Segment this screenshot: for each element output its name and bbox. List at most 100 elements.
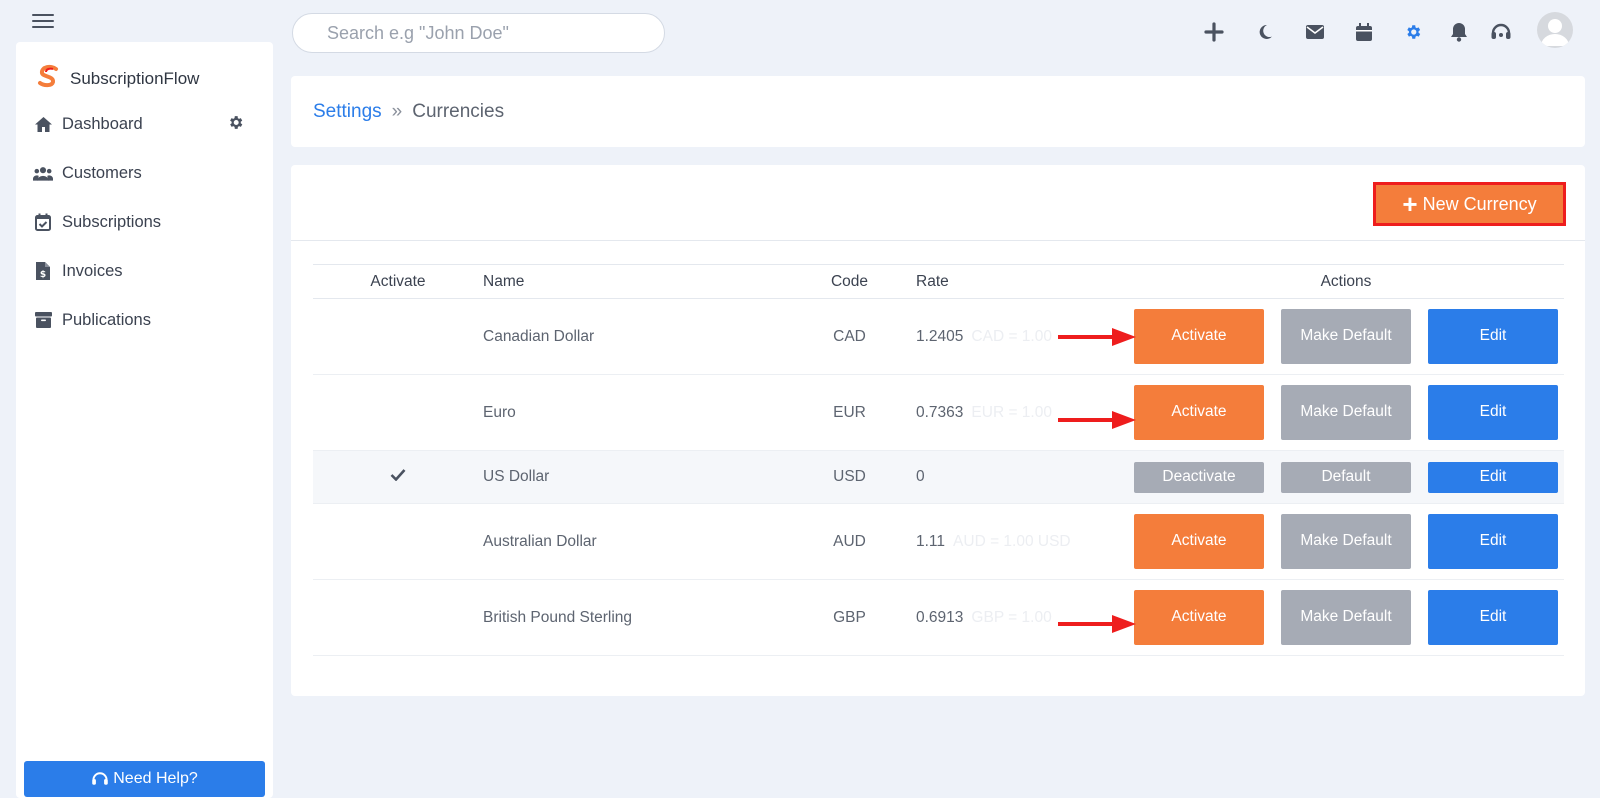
activate-cell (313, 503, 483, 580)
column-header-actions: Actions (1128, 264, 1564, 299)
sidebar-item-label: Dashboard (62, 114, 143, 133)
currency-rate: 1.11 (916, 532, 946, 550)
sidebar-item-invoices[interactable]: $ Invoices (33, 256, 258, 286)
avatar[interactable] (1537, 12, 1573, 48)
currencies-table: Activate Name Code Rate Actions Canadian… (313, 264, 1564, 656)
rate-conversion-hint: EUR = 1.00 (971, 403, 1052, 421)
sidebar: SubscriptionFlow Dashboard Customers Sub… (16, 42, 273, 798)
deactivate-button[interactable]: Deactivate (1134, 461, 1264, 493)
sidebar-item-label: Subscriptions (62, 212, 162, 231)
card-header: + New Currency (291, 165, 1585, 241)
new-currency-button[interactable]: + New Currency (1373, 182, 1566, 226)
moon-icon[interactable] (1254, 21, 1276, 43)
users-icon (33, 163, 53, 183)
bell-icon[interactable] (1448, 21, 1470, 43)
need-help-button[interactable]: Need Help? (24, 761, 265, 797)
breadcrumb: Settings » Currencies (291, 76, 1585, 147)
actions-cell: Activate Make Default Edit (1128, 503, 1564, 580)
activate-cell (313, 374, 483, 451)
plus-icon[interactable] (1203, 21, 1225, 43)
headset-icon (91, 770, 109, 788)
activate-button[interactable]: Activate (1134, 514, 1264, 569)
edit-button[interactable]: Edit (1428, 514, 1558, 569)
currencies-card: + New Currency Activate Name Code Rate A… (291, 165, 1585, 696)
column-header-code: Code (783, 264, 916, 299)
page-title: Currencies (412, 100, 505, 122)
activate-cell (313, 298, 483, 375)
home-icon (33, 114, 53, 134)
gear-icon[interactable] (1402, 21, 1424, 43)
column-header-name: Name (483, 264, 783, 299)
rate-cell: 0 (916, 450, 1128, 504)
activate-cell (313, 579, 483, 656)
currency-name: Australian Dollar (483, 503, 783, 580)
currency-code: AUD (783, 503, 916, 580)
menu-toggle-icon[interactable] (32, 14, 54, 28)
sidebar-item-label: Customers (62, 163, 142, 182)
brand[interactable]: SubscriptionFlow (36, 64, 199, 93)
activate-button[interactable]: Activate (1134, 385, 1264, 440)
currency-rate: 1.2405 (916, 327, 964, 345)
currency-rate: 0.6913 (916, 608, 964, 626)
rate-conversion-hint: AUD = 1.00 USD (953, 532, 1071, 550)
sidebar-item-dashboard[interactable]: Dashboard (33, 109, 258, 139)
subscriptionflow-logo-icon (36, 64, 60, 93)
edit-button[interactable]: Edit (1428, 385, 1558, 440)
annotation-arrow-icon (1058, 411, 1136, 429)
currency-name: US Dollar (483, 450, 783, 504)
sidebar-item-customers[interactable]: Customers (33, 158, 258, 188)
column-header-activate: Activate (313, 264, 483, 299)
currency-code: EUR (783, 374, 916, 451)
actions-cell: Activate Make Default Edit (1128, 579, 1564, 656)
currency-name: British Pound Sterling (483, 579, 783, 656)
annotation-arrow-icon (1058, 615, 1136, 633)
sidebar-item-label: Invoices (62, 261, 123, 280)
currency-name: Canadian Dollar (483, 298, 783, 375)
edit-button[interactable]: Edit (1428, 590, 1558, 645)
search-input[interactable] (292, 13, 665, 53)
headset-icon[interactable] (1490, 21, 1512, 43)
edit-button[interactable]: Edit (1428, 309, 1558, 364)
default-button[interactable]: Default (1281, 461, 1411, 493)
rate-conversion-hint: GBP = 1.00 (971, 608, 1052, 626)
make-default-button[interactable]: Make Default (1281, 514, 1411, 569)
need-help-label: Need Help? (113, 770, 198, 787)
make-default-button[interactable]: Make Default (1281, 309, 1411, 364)
table-row: Australian Dollar AUD 1.11 AUD = 1.00 USD… (313, 503, 1564, 580)
archive-icon (33, 310, 53, 330)
annotation-arrow-icon (1058, 328, 1136, 346)
rate-cell: 1.11 AUD = 1.00 USD (916, 503, 1128, 580)
checkmark-icon (390, 468, 406, 485)
new-currency-label: New Currency (1422, 193, 1537, 214)
calendar-check-icon (33, 212, 53, 232)
table-row: Euro EUR 0.7363 EUR = 1.00 Activate Make D… (313, 374, 1564, 451)
currency-rate: 0.7363 (916, 403, 964, 421)
breadcrumb-settings-link[interactable]: Settings (313, 101, 382, 123)
sidebar-item-label: Publications (62, 310, 151, 329)
rate-conversion-hint: CAD = 1.00 (971, 327, 1052, 345)
currency-name: Euro (483, 374, 783, 451)
sidebar-item-publications[interactable]: Publications (33, 305, 258, 335)
dashboard-settings-gear-icon[interactable] (227, 114, 244, 136)
breadcrumb-separator: » (391, 100, 403, 122)
table-row: British Pound Sterling GBP 0.6913 GBP = 1… (313, 579, 1564, 656)
column-header-rate: Rate (916, 264, 1128, 299)
actions-cell: Deactivate Default Edit (1128, 450, 1564, 504)
actions-cell: Activate Make Default Edit (1128, 298, 1564, 375)
calendar-icon[interactable] (1353, 21, 1375, 43)
sidebar-item-subscriptions[interactable]: Subscriptions (33, 207, 258, 237)
currency-code: GBP (783, 579, 916, 656)
brand-name: SubscriptionFlow (70, 68, 200, 88)
table-row: US Dollar USD 0 Deactivate Default Edit (313, 450, 1564, 504)
activate-button[interactable]: Activate (1134, 590, 1264, 645)
activate-button[interactable]: Activate (1134, 309, 1264, 364)
plus-icon: + (1402, 189, 1418, 219)
edit-button[interactable]: Edit (1428, 461, 1558, 493)
make-default-button[interactable]: Make Default (1281, 590, 1411, 645)
currency-code: CAD (783, 298, 916, 375)
actions-cell: Activate Make Default Edit (1128, 374, 1564, 451)
currency-rate: 0 (916, 468, 925, 485)
make-default-button[interactable]: Make Default (1281, 385, 1411, 440)
mail-icon[interactable] (1304, 21, 1326, 43)
invoice-icon: $ (33, 261, 53, 281)
